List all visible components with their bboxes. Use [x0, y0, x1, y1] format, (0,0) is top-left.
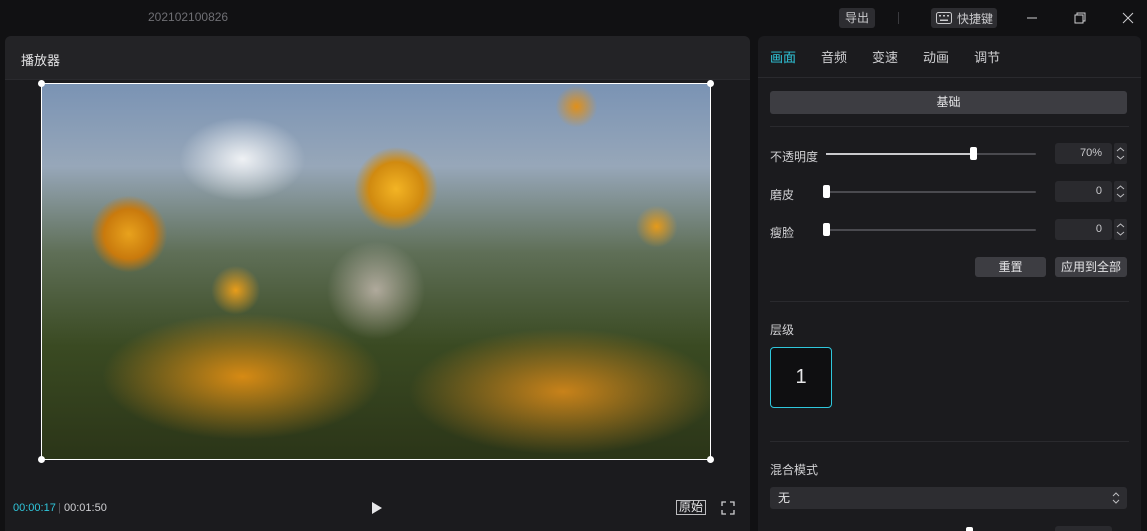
opacity-slider[interactable] — [826, 147, 1036, 160]
reset-button[interactable]: 重置 — [975, 257, 1046, 277]
player-panel: 播放器 00:00:17 | 00:01:50 原始 — [5, 36, 750, 531]
tab-video[interactable]: 画面 — [770, 47, 796, 66]
current-time: 00:00:17 — [13, 502, 56, 514]
tab-animation[interactable]: 动画 — [923, 47, 949, 66]
inspector-panel: 画面 音频 变速 动画 调节 基础 不透明度 70% 磨皮 0 瘦脸 0 重置 … — [758, 36, 1141, 531]
blend-mode-select[interactable]: 无 — [770, 487, 1127, 509]
close-icon — [1122, 12, 1134, 24]
player-header — [5, 36, 750, 80]
play-icon — [372, 502, 382, 514]
keyboard-icon — [936, 12, 952, 24]
player-title: 播放器 — [21, 53, 61, 68]
blend-mode-label: 混合模式 — [770, 463, 819, 477]
smooth-input[interactable]: 0 — [1055, 181, 1112, 202]
restore-icon — [1074, 12, 1086, 24]
slim-face-slider-knob[interactable] — [823, 223, 830, 236]
stepper-arrows-icon — [1116, 223, 1125, 236]
next-row-input[interactable] — [1055, 526, 1112, 531]
close-button[interactable] — [1118, 8, 1138, 28]
opacity-input[interactable]: 70% — [1055, 143, 1112, 164]
slim-face-slider[interactable] — [823, 223, 1036, 236]
opacity-label: 不透明度 — [770, 150, 819, 164]
smooth-stepper[interactable] — [1114, 181, 1127, 202]
resize-handle-bottom-left[interactable] — [38, 456, 45, 463]
slim-face-stepper[interactable] — [1114, 219, 1127, 240]
resize-handle-bottom-right[interactable] — [707, 456, 714, 463]
slim-face-input[interactable]: 0 — [1055, 219, 1112, 240]
select-arrows-icon — [1112, 492, 1120, 504]
resize-handle-top-right[interactable] — [707, 80, 714, 87]
minimize-icon — [1027, 17, 1037, 19]
smooth-slider[interactable] — [823, 185, 1036, 198]
tab-adjust[interactable]: 调节 — [974, 47, 1000, 66]
divider — [770, 126, 1129, 127]
tab-speed[interactable]: 变速 — [872, 47, 898, 66]
project-name: 202102100826 — [148, 10, 229, 24]
fullscreen-icon — [721, 501, 735, 515]
blend-mode-value: 无 — [778, 491, 791, 505]
title-bar: 202102100826 导出 快捷键 — [0, 0, 1147, 36]
fullscreen-button[interactable] — [721, 501, 735, 515]
resize-handle-top-left[interactable] — [38, 80, 45, 87]
titlebar-divider — [898, 12, 899, 24]
original-ratio-button[interactable]: 原始 — [676, 500, 707, 515]
export-button[interactable]: 导出 — [839, 8, 875, 28]
minimize-button[interactable] — [1022, 8, 1042, 28]
video-preview[interactable] — [41, 83, 711, 460]
maximize-button[interactable] — [1070, 8, 1090, 28]
smooth-slider-knob[interactable] — [823, 185, 830, 198]
layer-label: 层级 — [770, 323, 795, 337]
opacity-slider-fill — [826, 153, 973, 155]
total-time: 00:01:50 — [64, 502, 107, 514]
smooth-label: 磨皮 — [770, 188, 795, 202]
inspector-tabs: 画面 音频 变速 动画 调节 — [758, 36, 1141, 78]
stepper-arrows-icon — [1116, 147, 1125, 160]
opacity-slider-knob[interactable] — [970, 147, 977, 160]
shortcut-button[interactable]: 快捷键 — [931, 8, 997, 28]
divider — [770, 441, 1129, 442]
layer-item[interactable]: 1 — [770, 347, 832, 408]
stepper-arrows-icon — [1116, 185, 1125, 198]
opacity-stepper[interactable] — [1114, 143, 1127, 164]
shortcut-label: 快捷键 — [957, 11, 994, 26]
next-row-slider-knob[interactable] — [966, 527, 973, 531]
basic-section-button[interactable]: 基础 — [770, 91, 1127, 114]
play-button[interactable] — [370, 500, 384, 516]
apply-to-all-button[interactable]: 应用到全部 — [1055, 257, 1127, 277]
divider — [770, 301, 1129, 302]
tab-audio[interactable]: 音频 — [821, 47, 847, 66]
slim-face-label: 瘦脸 — [770, 226, 795, 240]
time-separator: | — [58, 502, 61, 514]
